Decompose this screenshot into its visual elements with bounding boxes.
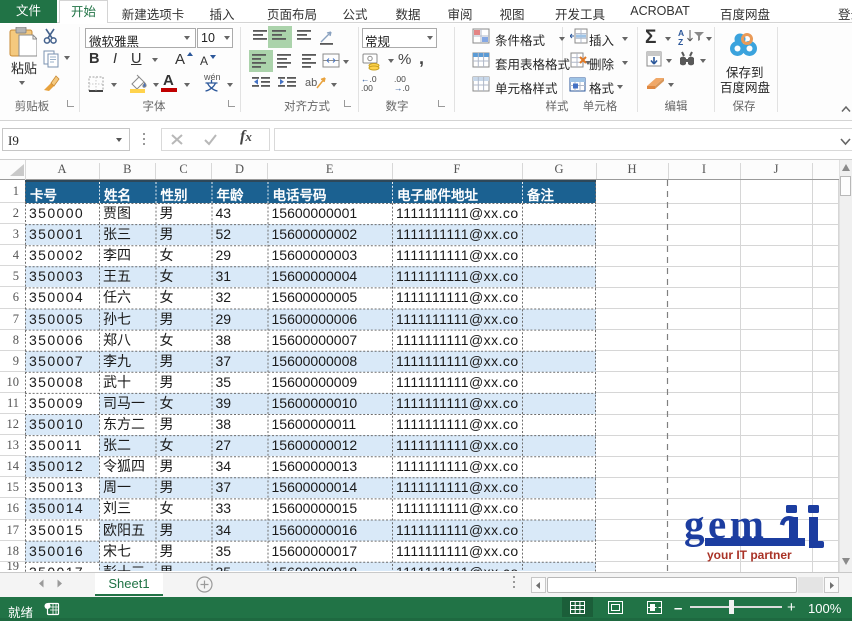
svg-text:your IT partner: your IT partner [707,548,792,562]
svg-text:ab: ab [305,77,317,89]
svg-text:Z: Z [678,37,683,46]
